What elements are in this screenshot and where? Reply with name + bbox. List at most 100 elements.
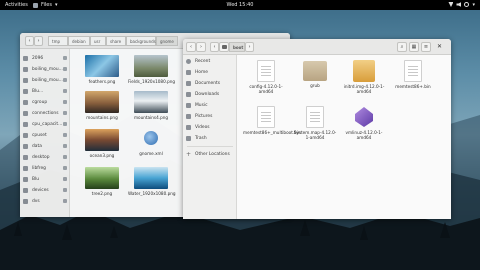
- view-toggle-button[interactable]: ▦: [409, 42, 419, 52]
- file-item[interactable]: initrd.img-4.12.0-1-amd64: [341, 60, 387, 94]
- sidebar-item-recent[interactable]: Recent: [183, 56, 237, 66]
- file-item[interactable]: memtest86+_multiboot.bin: [243, 106, 301, 135]
- sidebar-item-trash[interactable]: Trash: [183, 133, 237, 143]
- file-item[interactable]: ocean3.png: [79, 129, 125, 158]
- image-thumbnail: [85, 91, 119, 113]
- sidebar-item-music[interactable]: Music: [183, 100, 237, 110]
- sidebar-item[interactable]: cgroup: [20, 97, 70, 107]
- sidebar-item-home[interactable]: Home: [183, 67, 237, 77]
- text-file-icon: [404, 60, 422, 82]
- file-item[interactable]: mountains.png: [79, 91, 125, 120]
- sidebar-item-downloads[interactable]: Downloads: [183, 89, 237, 99]
- home-icon: [186, 69, 191, 75]
- forward-button[interactable]: ›: [34, 36, 43, 46]
- documents-icon: [186, 80, 191, 86]
- eject-icon[interactable]: [63, 111, 67, 115]
- search-icon: ⌕: [400, 44, 404, 50]
- downloads-icon: [186, 91, 191, 97]
- drive-icon: [23, 154, 28, 160]
- path-segment[interactable]: backgrounds: [126, 36, 156, 46]
- file-item[interactable]: gnome.xml: [128, 127, 174, 156]
- eject-icon[interactable]: [63, 100, 67, 104]
- file-item[interactable]: feathers.png: [79, 55, 125, 84]
- drive-icon: [23, 121, 28, 127]
- sidebar-item[interactable]: cpu_capacit...: [20, 119, 70, 129]
- file-item[interactable]: Water_1920x1080.png: [128, 167, 176, 196]
- file-item[interactable]: Fields_1920x1080.png: [128, 55, 175, 84]
- back-button[interactable]: ‹: [186, 42, 196, 52]
- close-icon[interactable]: ✕: [437, 43, 442, 50]
- root-path-button[interactable]: [219, 42, 229, 52]
- sidebar-item[interactable]: dvs: [20, 196, 70, 206]
- path-segment-current[interactable]: gnome: [156, 36, 178, 46]
- image-thumbnail: [85, 55, 119, 77]
- sidebar-item[interactable]: boiling_mou...: [20, 64, 70, 74]
- sidebar-item[interactable]: Blu...: [20, 86, 70, 96]
- path-segment-current[interactable]: boot: [229, 42, 245, 52]
- drive-icon: [23, 132, 28, 138]
- sidebar-item[interactable]: libfreg: [20, 163, 70, 173]
- forward-icon: ›: [37, 38, 40, 44]
- file-item[interactable]: config-4.12.0-1-amd64: [243, 60, 289, 94]
- path-forward-button[interactable]: ›: [245, 42, 254, 52]
- eject-icon[interactable]: [63, 177, 67, 181]
- eject-icon[interactable]: [63, 144, 67, 148]
- eject-icon[interactable]: [63, 122, 67, 126]
- archive-icon: [353, 60, 375, 82]
- image-thumbnail: [134, 55, 168, 77]
- file-item[interactable]: tree2.png: [79, 167, 125, 196]
- clock[interactable]: Wed 15:40: [0, 2, 480, 8]
- path-segment[interactable]: debian: [68, 36, 90, 46]
- chevron-right-icon: ›: [248, 44, 251, 50]
- sidebar: 2096 boiling_mou... boiling_mou... Blu..…: [20, 49, 70, 217]
- file-item[interactable]: memtest86+.bin: [390, 60, 436, 89]
- eject-icon[interactable]: [63, 67, 67, 71]
- file-item[interactable]: grub: [292, 60, 338, 88]
- search-button[interactable]: ⌕: [397, 42, 407, 52]
- sidebar-item-pictures[interactable]: Pictures: [183, 111, 237, 121]
- sidebar-item-other-locations[interactable]: + Other Locations: [183, 149, 237, 159]
- drive-icon: [23, 88, 28, 94]
- sidebar-item-videos[interactable]: Videos: [183, 122, 237, 132]
- eject-icon[interactable]: [63, 133, 67, 137]
- file-item[interactable]: mountains4.png: [128, 91, 174, 120]
- sidebar-item[interactable]: devices: [20, 185, 70, 195]
- plus-icon: +: [186, 150, 192, 158]
- path-segment[interactable]: tmp: [48, 36, 68, 46]
- file-item[interactable]: System.map-4.12.0-1-amd64: [292, 106, 338, 140]
- sidebar-item[interactable]: boiling_mou...: [20, 75, 70, 85]
- text-file-icon: [257, 60, 275, 82]
- eject-icon[interactable]: [63, 188, 67, 192]
- file-item[interactable]: vmlinuz-4.12.0-1-amd64: [341, 106, 387, 140]
- path-segment[interactable]: share: [106, 36, 126, 46]
- power-icon: [464, 2, 470, 7]
- eject-icon[interactable]: [63, 166, 67, 170]
- eject-icon[interactable]: [63, 56, 67, 60]
- sidebar-item[interactable]: 2096: [20, 53, 70, 63]
- sidebar-item[interactable]: cpuset: [20, 130, 70, 140]
- path-up-button[interactable]: ‹: [210, 42, 219, 52]
- sidebar: Recent Home Documents Downloads Music Pi…: [183, 55, 237, 219]
- eject-icon[interactable]: [63, 199, 67, 203]
- sidebar-item[interactable]: desktop: [20, 152, 70, 162]
- text-file-icon: [257, 106, 275, 128]
- drive-icon: [23, 198, 28, 204]
- volume-icon: [456, 2, 462, 7]
- forward-button[interactable]: ›: [196, 42, 206, 52]
- drive-icon: [221, 45, 227, 49]
- sidebar-item[interactable]: connections: [20, 108, 70, 118]
- eject-icon[interactable]: [63, 78, 67, 82]
- sidebar-item-documents[interactable]: Documents: [183, 78, 237, 88]
- eject-icon[interactable]: [63, 89, 67, 93]
- back-button[interactable]: ‹: [25, 36, 34, 46]
- forward-icon: ›: [200, 44, 202, 50]
- menu-button[interactable]: ≡: [421, 42, 431, 52]
- image-thumbnail: [85, 167, 119, 189]
- path-segment[interactable]: usr: [90, 36, 106, 46]
- system-menu[interactable]: ▾: [448, 2, 475, 8]
- text-file-icon: [306, 106, 324, 128]
- files-window-front[interactable]: ‹ › ‹ boot › ⌕ ▦ ≡ ✕ Recent Home Documen…: [183, 39, 451, 219]
- eject-icon[interactable]: [63, 155, 67, 159]
- sidebar-item[interactable]: data: [20, 141, 70, 151]
- sidebar-item[interactable]: Blu: [20, 174, 70, 184]
